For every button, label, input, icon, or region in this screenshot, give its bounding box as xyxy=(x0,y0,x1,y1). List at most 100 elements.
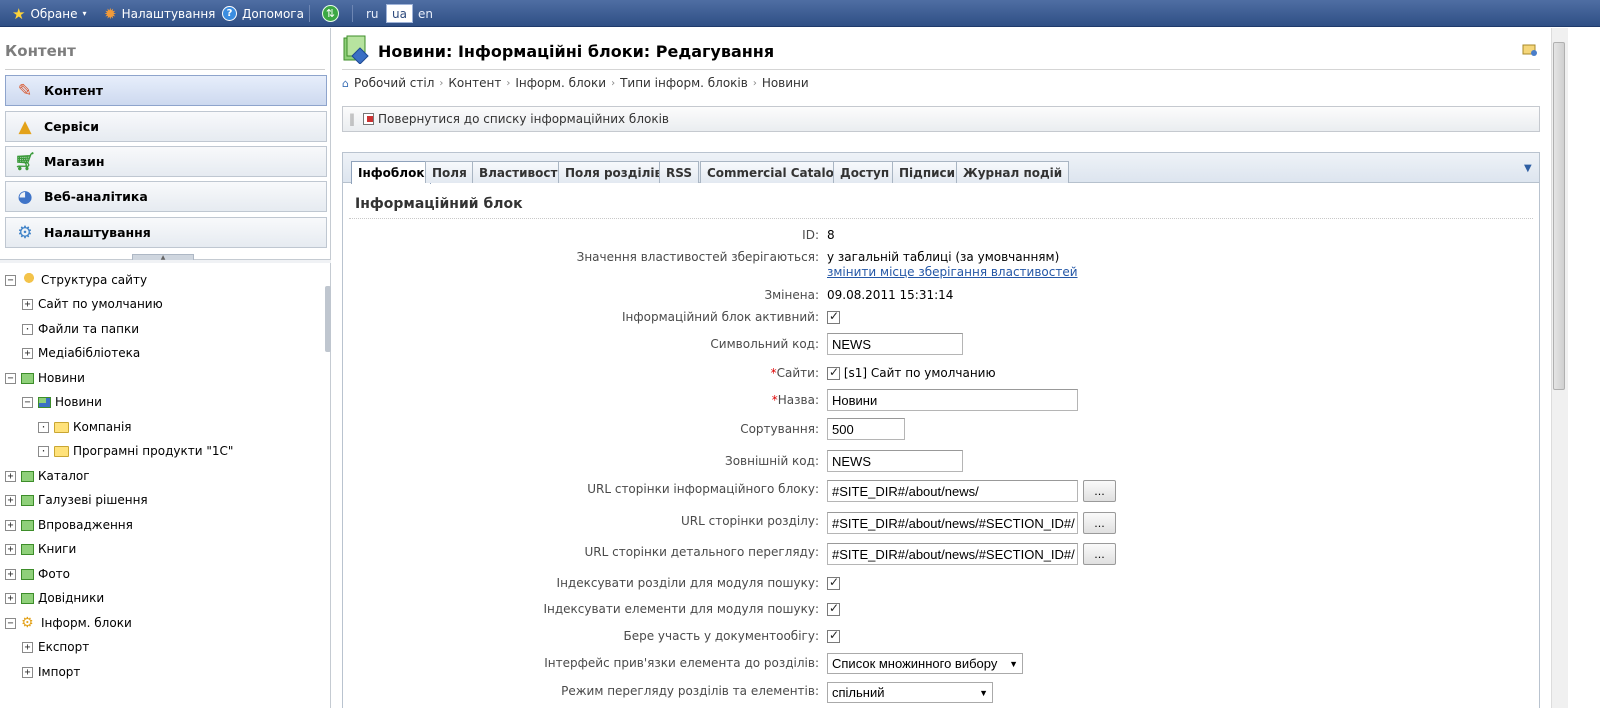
field-label: Сортування: xyxy=(740,422,819,436)
chevron-down-icon: ▼ xyxy=(1009,658,1018,669)
name-input[interactable]: Новини xyxy=(827,389,1078,411)
collapse-icon[interactable]: − xyxy=(22,396,33,408)
tree-label: Каталог xyxy=(38,469,90,483)
tree-item-software[interactable]: · Програмні продукти "1С" xyxy=(38,440,233,462)
expand-icon[interactable]: + xyxy=(22,347,33,359)
workflow-checkbox[interactable] xyxy=(827,628,840,643)
divider xyxy=(342,69,1540,70)
breadcrumb-link[interactable]: Робочий стіл xyxy=(354,76,434,90)
sort-input[interactable]: 500 xyxy=(827,418,905,440)
splitter-grip[interactable]: ▲ xyxy=(132,254,194,261)
menu-label: Сервіси xyxy=(44,119,99,134)
expand-icon[interactable]: + xyxy=(5,494,16,506)
tree-item-directories[interactable]: + Довідники xyxy=(5,587,104,609)
binding-select[interactable]: Список множинного вибору ▼ xyxy=(827,653,1023,674)
url-list-input[interactable]: #SITE_DIR#/about/news/ xyxy=(827,480,1078,502)
favorites-menu[interactable]: ★ Обране ▾ xyxy=(12,0,87,27)
top-admin-bar: ★ Обране ▾ ✹ Налаштування ? Допомога ⇅ r… xyxy=(0,0,1600,27)
tabs-menu-icon[interactable]: ▼ xyxy=(1524,163,1532,174)
view-mode-select[interactable]: спільний ▼ xyxy=(827,682,993,703)
tree-item-export[interactable]: + Експорт xyxy=(22,636,89,658)
tree-item-photo[interactable]: + Фото xyxy=(5,563,70,585)
breadcrumb-current[interactable]: Новини xyxy=(762,76,809,90)
url-detail-browse-button[interactable]: ... xyxy=(1083,543,1116,565)
tab-properties[interactable]: Властивості xyxy=(472,161,569,183)
tree-item-books[interactable]: + Книги xyxy=(5,538,76,560)
tree-item-industry[interactable]: + Галузеві рішення xyxy=(5,489,148,511)
lang-en[interactable]: en xyxy=(413,4,438,23)
tree-item-catalog[interactable]: + Каталог xyxy=(5,465,90,487)
menu-label: Налаштування xyxy=(44,225,151,240)
code-input[interactable]: NEWS xyxy=(827,333,963,355)
iblock-icon xyxy=(21,568,34,580)
tree-label: Імпорт xyxy=(38,665,81,679)
settings-link[interactable]: ✹ Налаштування xyxy=(104,0,215,27)
sidebar-resize-handle[interactable] xyxy=(325,286,331,352)
tab-rss[interactable]: RSS xyxy=(659,161,699,183)
index-elements-checkbox[interactable] xyxy=(827,601,840,616)
scrollbar-thumb[interactable] xyxy=(1553,42,1565,390)
tree-item-iblocks[interactable]: − ⚙ Інформ. блоки xyxy=(5,612,132,634)
lang-ru[interactable]: ru xyxy=(361,4,384,23)
help-icon: ? xyxy=(222,6,237,21)
expand-icon[interactable]: + xyxy=(22,641,33,653)
menu-content[interactable]: ✎ Контент xyxy=(5,75,327,106)
tree-item-files[interactable]: · Файли та папки xyxy=(22,318,139,340)
tree-item-default-site[interactable]: + Сайт по умолчанию xyxy=(22,293,163,315)
lang-ua[interactable]: ua xyxy=(386,4,413,23)
update-button[interactable]: ⇅ xyxy=(322,0,339,27)
pencil-icon: ✎ xyxy=(17,80,33,101)
expand-icon[interactable]: + xyxy=(22,666,33,678)
tab-event-log[interactable]: Журнал подій xyxy=(956,161,1070,183)
menu-services[interactable]: ▲ Сервіси xyxy=(5,111,327,142)
breadcrumb-link[interactable]: Інформ. блоки xyxy=(515,76,606,90)
tab-captions[interactable]: Підписи xyxy=(892,161,963,183)
iblock-icon xyxy=(21,372,34,384)
active-checkbox[interactable] xyxy=(827,309,840,324)
tree-item-implementation[interactable]: + Впровадження xyxy=(5,514,133,536)
tree-item-site-structure[interactable]: − Структура сайту xyxy=(5,269,147,291)
collapse-icon[interactable]: − xyxy=(5,617,16,629)
tree-item-news-type[interactable]: − Новини xyxy=(5,367,85,389)
expand-icon[interactable]: + xyxy=(5,519,16,531)
change-storage-link[interactable]: змінити місце зберігання властивостей xyxy=(827,265,1078,279)
list-back-icon xyxy=(363,113,374,125)
expand-icon[interactable]: + xyxy=(5,543,16,555)
url-list-browse-button[interactable]: ... xyxy=(1083,480,1116,502)
url-section-input[interactable]: #SITE_DIR#/about/news/#SECTION_ID#/ xyxy=(827,512,1078,534)
tree-label: Новини xyxy=(55,395,102,409)
expand-icon[interactable]: + xyxy=(5,470,16,482)
expand-icon[interactable]: + xyxy=(22,298,33,310)
settings-edit-icon[interactable] xyxy=(1522,42,1538,58)
back-to-list-link[interactable]: Повернутися до списку інформаційних блок… xyxy=(378,112,669,126)
tab-commercial-catalog[interactable]: Commercial Catalog xyxy=(700,161,850,183)
tab-fields[interactable]: Поля xyxy=(425,161,474,183)
index-sections-checkbox[interactable] xyxy=(827,575,840,590)
collapse-icon[interactable]: − xyxy=(5,274,16,286)
breadcrumb-link[interactable]: Контент xyxy=(448,76,501,90)
site-checkbox[interactable]: [s1] Сайт по умолчанию xyxy=(827,365,996,380)
tab-section-fields[interactable]: Поля розділів xyxy=(558,161,670,183)
tree-item-news[interactable]: − Новини xyxy=(22,391,102,413)
tree-item-import[interactable]: + Імпорт xyxy=(22,661,80,683)
tree-item-company[interactable]: · Компанія xyxy=(38,416,132,438)
expand-icon[interactable]: + xyxy=(5,592,16,604)
tab-access[interactable]: Доступ xyxy=(833,161,897,183)
tab-iblock[interactable]: Інфоблок xyxy=(351,161,432,184)
help-link[interactable]: ? Допомога xyxy=(222,0,304,27)
url-detail-input[interactable]: #SITE_DIR#/about/news/#SECTION_ID#/ xyxy=(827,543,1078,565)
tree-item-media[interactable]: + Медіабібліотека xyxy=(22,342,140,364)
context-toolbar: ‖ Повернутися до списку інформаційних бл… xyxy=(342,106,1540,132)
menu-analytics[interactable]: ◕ Веб-аналітика xyxy=(5,181,327,212)
expand-icon[interactable]: + xyxy=(5,568,16,580)
url-section-browse-button[interactable]: ... xyxy=(1083,512,1116,534)
external-code-input[interactable]: NEWS xyxy=(827,450,963,472)
field-label: ID: xyxy=(802,228,819,242)
menu-shop[interactable]: 🛒︎ Магазин xyxy=(5,146,327,177)
menu-settings[interactable]: ⚙ Налаштування xyxy=(5,217,327,248)
breadcrumb-link[interactable]: Типи інформ. блоків xyxy=(620,76,748,90)
divider xyxy=(349,218,1533,219)
collapse-icon[interactable]: − xyxy=(5,372,16,384)
tree-label: Фото xyxy=(38,567,71,581)
site-structure-icon xyxy=(21,273,37,287)
